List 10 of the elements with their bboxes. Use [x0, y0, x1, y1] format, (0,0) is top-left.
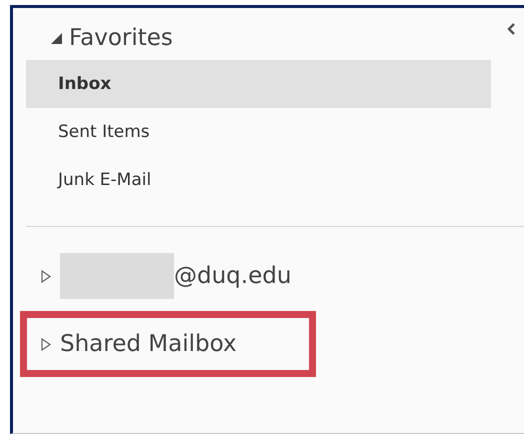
folder-item[interactable]: Inbox [26, 60, 491, 108]
collapsed-icon[interactable] [39, 270, 52, 282]
chevron-left-icon[interactable] [506, 22, 516, 36]
folder-item[interactable]: Junk E-Mail [26, 156, 491, 204]
section-header[interactable]: Favorites [69, 25, 173, 51]
account-name[interactable]: @duq.edu [174, 263, 292, 289]
account-name[interactable]: Shared Mailbox [60, 331, 237, 357]
collapsed-icon[interactable] [39, 338, 52, 350]
folder-item[interactable]: Sent Items [26, 108, 491, 156]
expanded-icon[interactable] [50, 32, 63, 44]
